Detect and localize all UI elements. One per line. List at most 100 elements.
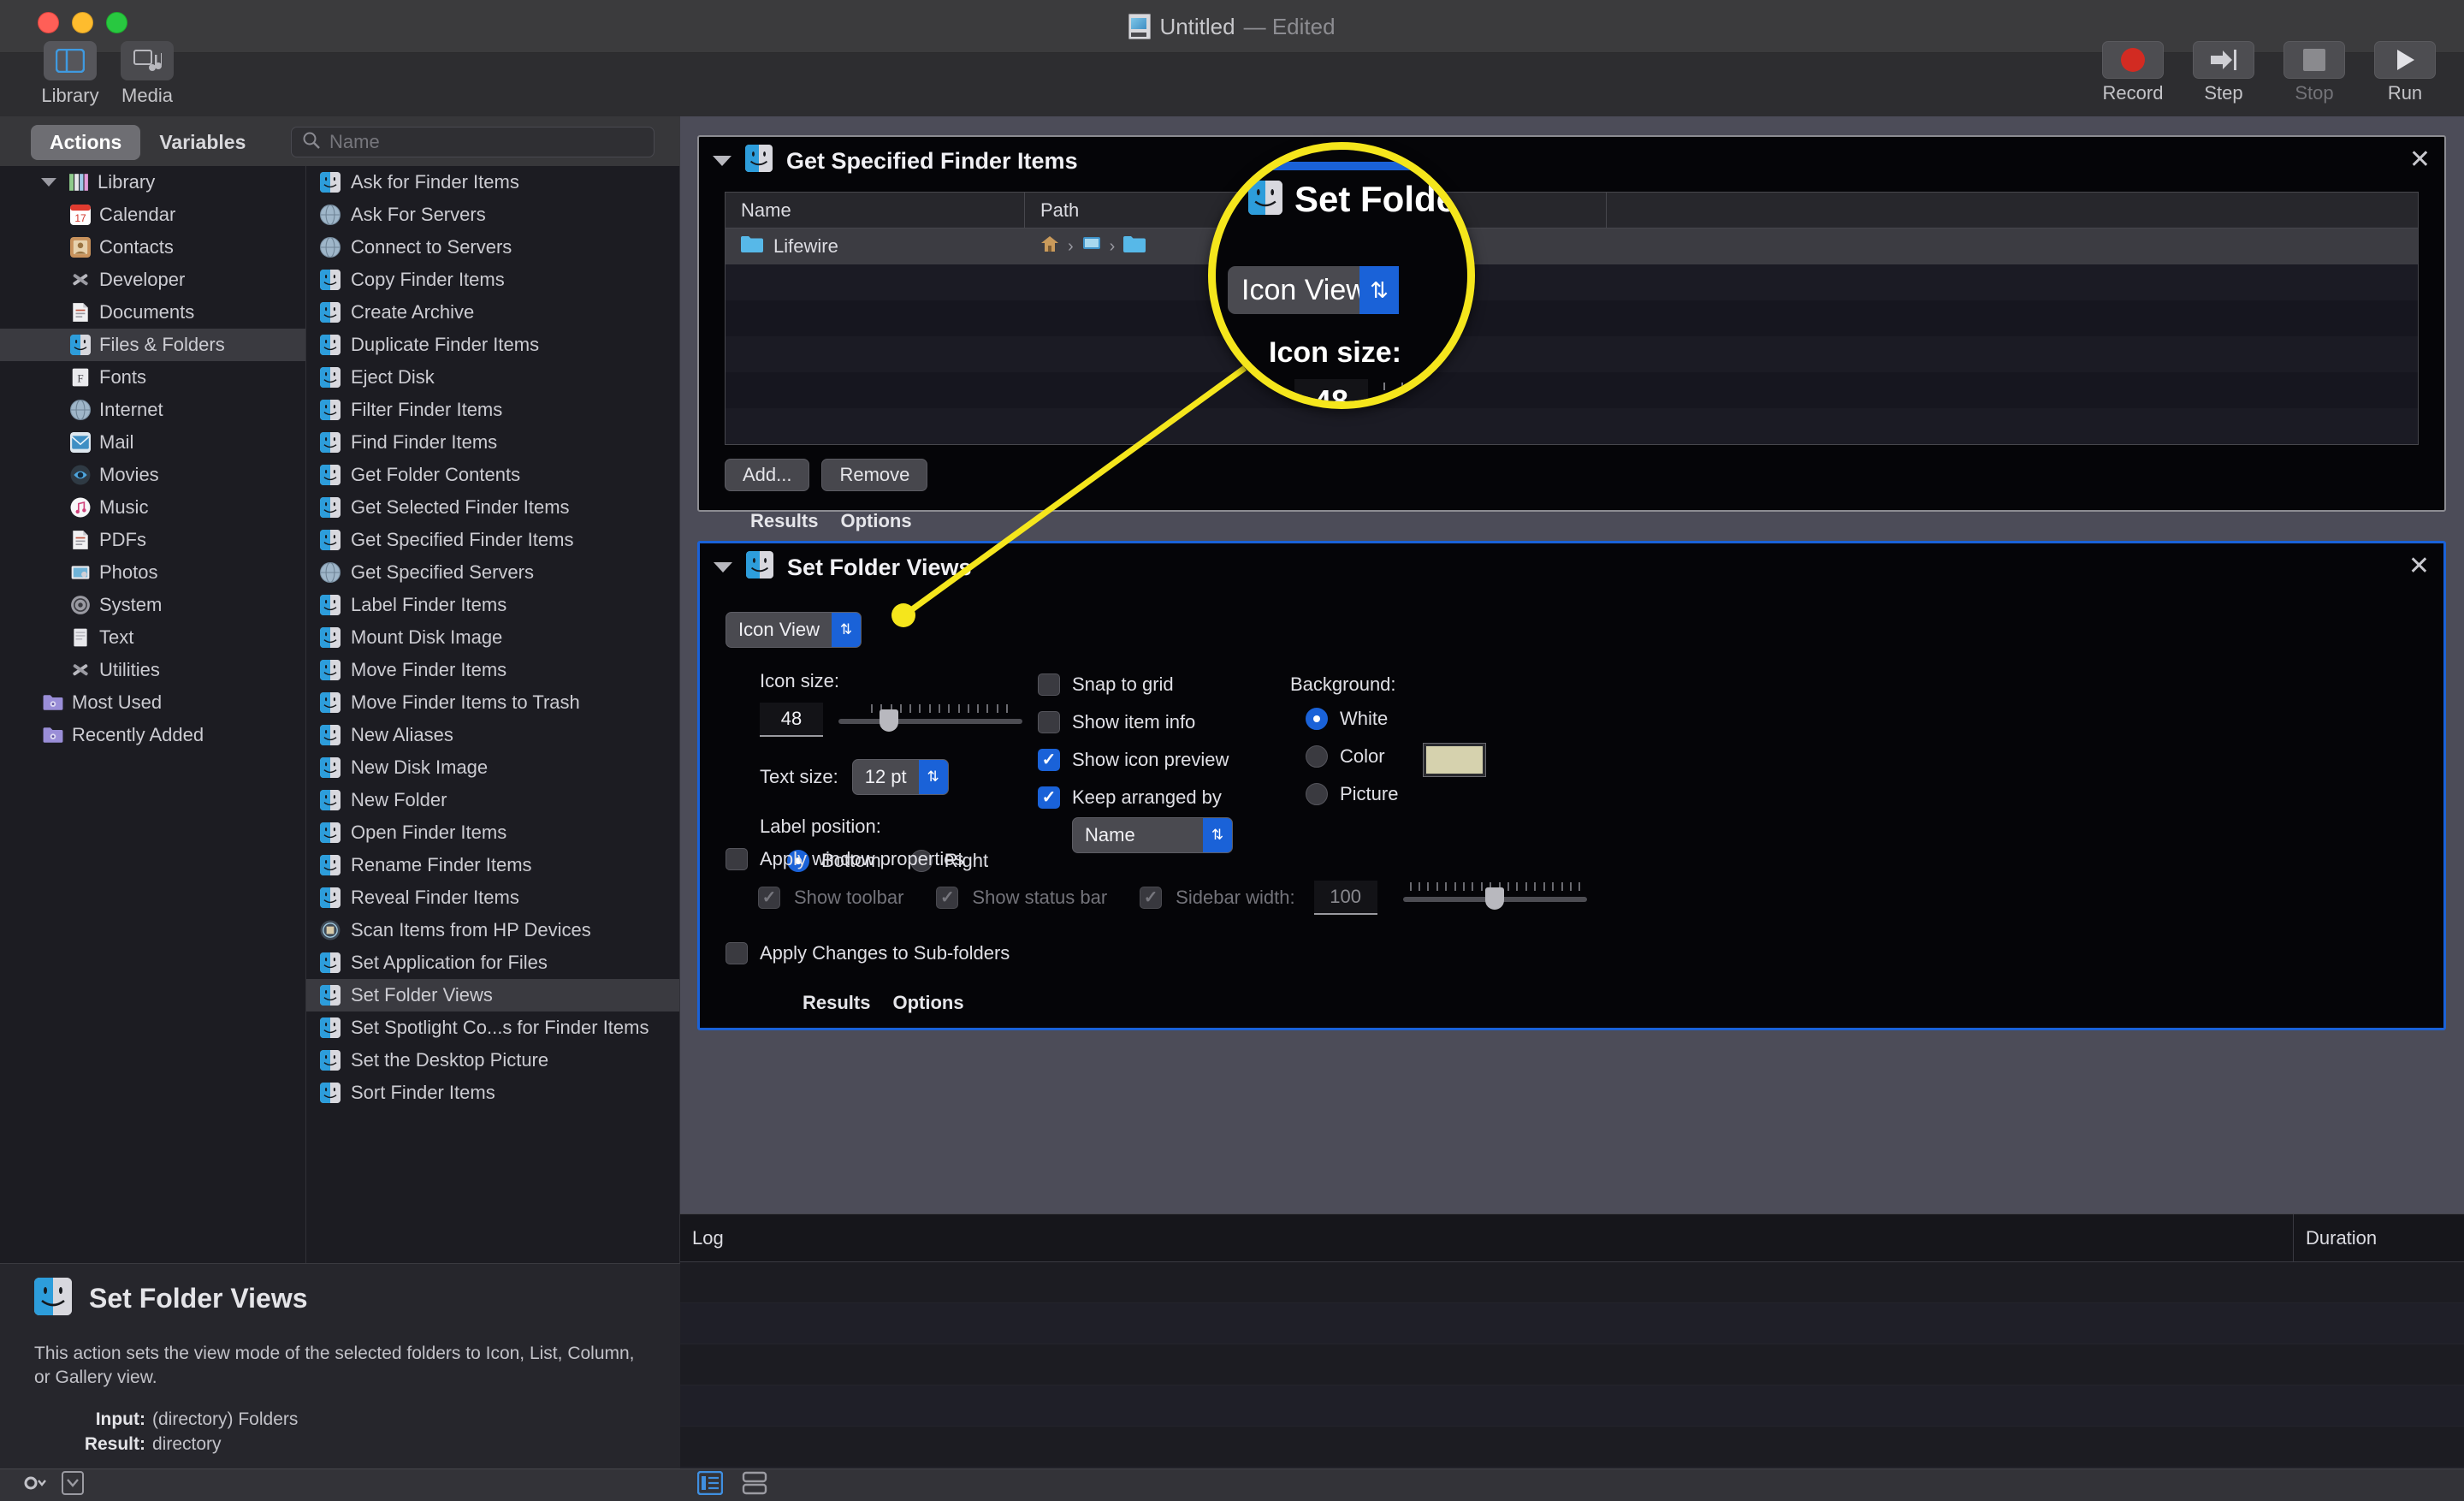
add-button[interactable]: Add... xyxy=(725,459,809,491)
checkbox-box[interactable] xyxy=(1038,711,1060,733)
action-list-item[interactable]: Reveal Finder Items xyxy=(306,881,679,914)
action-header[interactable]: Set Folder Views xyxy=(700,543,2443,591)
sidebar-item-most-used[interactable]: Most Used xyxy=(0,686,305,719)
stop-button[interactable]: Stop xyxy=(2274,41,2354,104)
checkbox-box[interactable] xyxy=(726,848,748,870)
radio-dot[interactable] xyxy=(1306,783,1328,805)
action-header[interactable]: Get Specified Finder Items xyxy=(699,137,2444,185)
checkbox-box[interactable] xyxy=(1038,786,1060,809)
action-list-item[interactable]: New Folder xyxy=(306,784,679,816)
action-list-item[interactable]: Rename Finder Items xyxy=(306,849,679,881)
sidebar-item-text[interactable]: Text xyxy=(0,621,305,654)
sidebar-item-photos[interactable]: Photos xyxy=(0,556,305,589)
sidebar-item-recently-added[interactable]: Recently Added xyxy=(0,719,305,751)
action-list-item[interactable]: Get Specified Finder Items xyxy=(306,524,679,556)
workflow-canvas[interactable]: Get Specified Finder Items ✕ Name Path xyxy=(680,116,2464,1213)
sidebar-item-contacts[interactable]: Contacts xyxy=(0,231,305,264)
action-list-item[interactable]: New Disk Image xyxy=(306,751,679,784)
radio-background-color[interactable]: Color xyxy=(1306,745,1398,768)
actions-list[interactable]: Ask for Finder ItemsAsk For ServersConne… xyxy=(306,166,680,1263)
workflow-view-icon[interactable] xyxy=(697,1471,723,1499)
action-list-item[interactable]: Move Finder Items xyxy=(306,654,679,686)
chevron-down-icon[interactable] xyxy=(41,178,56,187)
tab-results[interactable]: Results xyxy=(750,510,818,532)
search-field[interactable]: Name xyxy=(291,127,654,157)
sidebar-item-fonts[interactable]: FFonts xyxy=(0,361,305,394)
action-list-item[interactable]: Get Folder Contents xyxy=(306,459,679,491)
action-list-item[interactable]: Scan Items from HP Devices xyxy=(306,914,679,946)
action-list-item[interactable]: Get Selected Finder Items xyxy=(306,491,679,524)
action-list-item[interactable]: Ask for Finder Items xyxy=(306,166,679,199)
column-header-name[interactable]: Name xyxy=(726,193,1025,228)
toolbar-media-button[interactable]: Media xyxy=(115,41,180,107)
action-list-item[interactable]: Sort Finder Items xyxy=(306,1077,679,1109)
action-get-specified-finder-items[interactable]: Get Specified Finder Items ✕ Name Path xyxy=(697,135,2446,512)
close-icon[interactable]: ✕ xyxy=(2409,147,2431,173)
action-list-item[interactable]: Move Finder Items to Trash xyxy=(306,686,679,719)
sidebar-item-movies[interactable]: Movies xyxy=(0,459,305,491)
sidebar-item-calendar[interactable]: 17Calendar xyxy=(0,199,305,231)
action-list-item[interactable]: New Aliases xyxy=(306,719,679,751)
checkbox-keep-arranged-by[interactable]: Keep arranged by xyxy=(1038,786,1329,809)
action-list-item[interactable]: Ask For Servers xyxy=(306,199,679,231)
sidebar-item-pdfs[interactable]: PDFs xyxy=(0,524,305,556)
action-list-item[interactable]: Label Finder Items xyxy=(306,589,679,621)
disclosure-triangle-icon[interactable] xyxy=(713,156,732,166)
text-size-popup[interactable]: 12 pt ⇅ xyxy=(852,759,949,795)
action-list-item[interactable]: Set Folder Views xyxy=(306,979,679,1012)
checkbox-show-item-info[interactable]: Show item info xyxy=(1038,711,1329,733)
radio-background-white[interactable]: White xyxy=(1306,708,1398,730)
checkbox-snap-to-grid[interactable]: Snap to grid xyxy=(1038,673,1329,696)
action-list-item[interactable]: Duplicate Finder Items xyxy=(306,329,679,361)
tab-results[interactable]: Results xyxy=(803,992,870,1014)
sidebar-item-system[interactable]: System xyxy=(0,589,305,621)
checkbox-apply-subfolders[interactable]: Apply Changes to Sub-folders xyxy=(726,942,1587,964)
tab-actions[interactable]: Actions xyxy=(31,125,140,160)
action-list-item[interactable]: Filter Finder Items xyxy=(306,394,679,426)
gear-menu-icon[interactable] xyxy=(22,1473,48,1498)
sidebar-item-internet[interactable]: Internet xyxy=(0,394,305,426)
show-description-icon[interactable] xyxy=(62,1471,84,1499)
run-button[interactable]: Run xyxy=(2365,41,2445,104)
sidebar-item-documents[interactable]: Documents xyxy=(0,296,305,329)
tab-variables[interactable]: Variables xyxy=(140,125,264,160)
checkbox-box[interactable] xyxy=(1038,749,1060,771)
sidebar-item-developer[interactable]: Developer xyxy=(0,264,305,296)
log-column-duration[interactable]: Duration xyxy=(2293,1214,2464,1261)
checkbox-apply-window-properties[interactable]: Apply window properties xyxy=(726,848,1587,870)
action-list-item[interactable]: Set Application for Files xyxy=(306,946,679,979)
action-list-item[interactable]: Find Finder Items xyxy=(306,426,679,459)
icon-size-slider[interactable] xyxy=(838,703,1022,737)
checkbox-box[interactable] xyxy=(726,942,748,964)
radio-dot[interactable] xyxy=(1306,708,1328,730)
toolbar-library-button[interactable]: Library xyxy=(38,41,103,107)
tab-options[interactable]: Options xyxy=(892,992,963,1014)
action-list-item[interactable]: Create Archive xyxy=(306,296,679,329)
view-mode-popup[interactable]: Icon View ⇅ xyxy=(726,612,862,648)
sidebar-item-utilities[interactable]: Utilities xyxy=(0,654,305,686)
finder-items-table[interactable]: Name Path Lifewire xyxy=(725,192,2419,445)
sidebar-item-mail[interactable]: Mail xyxy=(0,426,305,459)
action-list-item[interactable]: Copy Finder Items xyxy=(306,264,679,296)
remove-button[interactable]: Remove xyxy=(821,459,927,491)
icon-size-field[interactable]: 48 xyxy=(760,703,823,737)
log-column-log[interactable]: Log xyxy=(680,1227,2293,1249)
table-row[interactable]: Lifewire › xyxy=(726,228,2418,264)
action-list-item[interactable]: Connect to Servers xyxy=(306,231,679,264)
radio-dot[interactable] xyxy=(1306,745,1328,768)
disclosure-triangle-icon[interactable] xyxy=(714,562,732,573)
sidebar-item-files-folders[interactable]: Files & Folders xyxy=(0,329,305,361)
step-button[interactable]: Step xyxy=(2183,41,2264,104)
radio-background-picture[interactable]: Picture xyxy=(1306,783,1398,805)
action-list-item[interactable]: Mount Disk Image xyxy=(306,621,679,654)
action-list-item[interactable]: Set the Desktop Picture xyxy=(306,1044,679,1077)
sidebar-item-music[interactable]: Music xyxy=(0,491,305,524)
action-set-folder-views[interactable]: Set Folder Views ✕ Icon View ⇅ Icon size… xyxy=(697,541,2446,1030)
sidebar-item-library[interactable]: Library xyxy=(0,166,305,199)
close-icon[interactable]: ✕ xyxy=(2408,554,2430,579)
checkbox-box[interactable] xyxy=(1038,673,1060,696)
background-color-swatch[interactable] xyxy=(1424,744,1485,776)
log-view-icon[interactable] xyxy=(742,1471,767,1499)
action-list-item[interactable]: Get Specified Servers xyxy=(306,556,679,589)
action-list-item[interactable]: Set Spotlight Co...s for Finder Items xyxy=(306,1012,679,1044)
